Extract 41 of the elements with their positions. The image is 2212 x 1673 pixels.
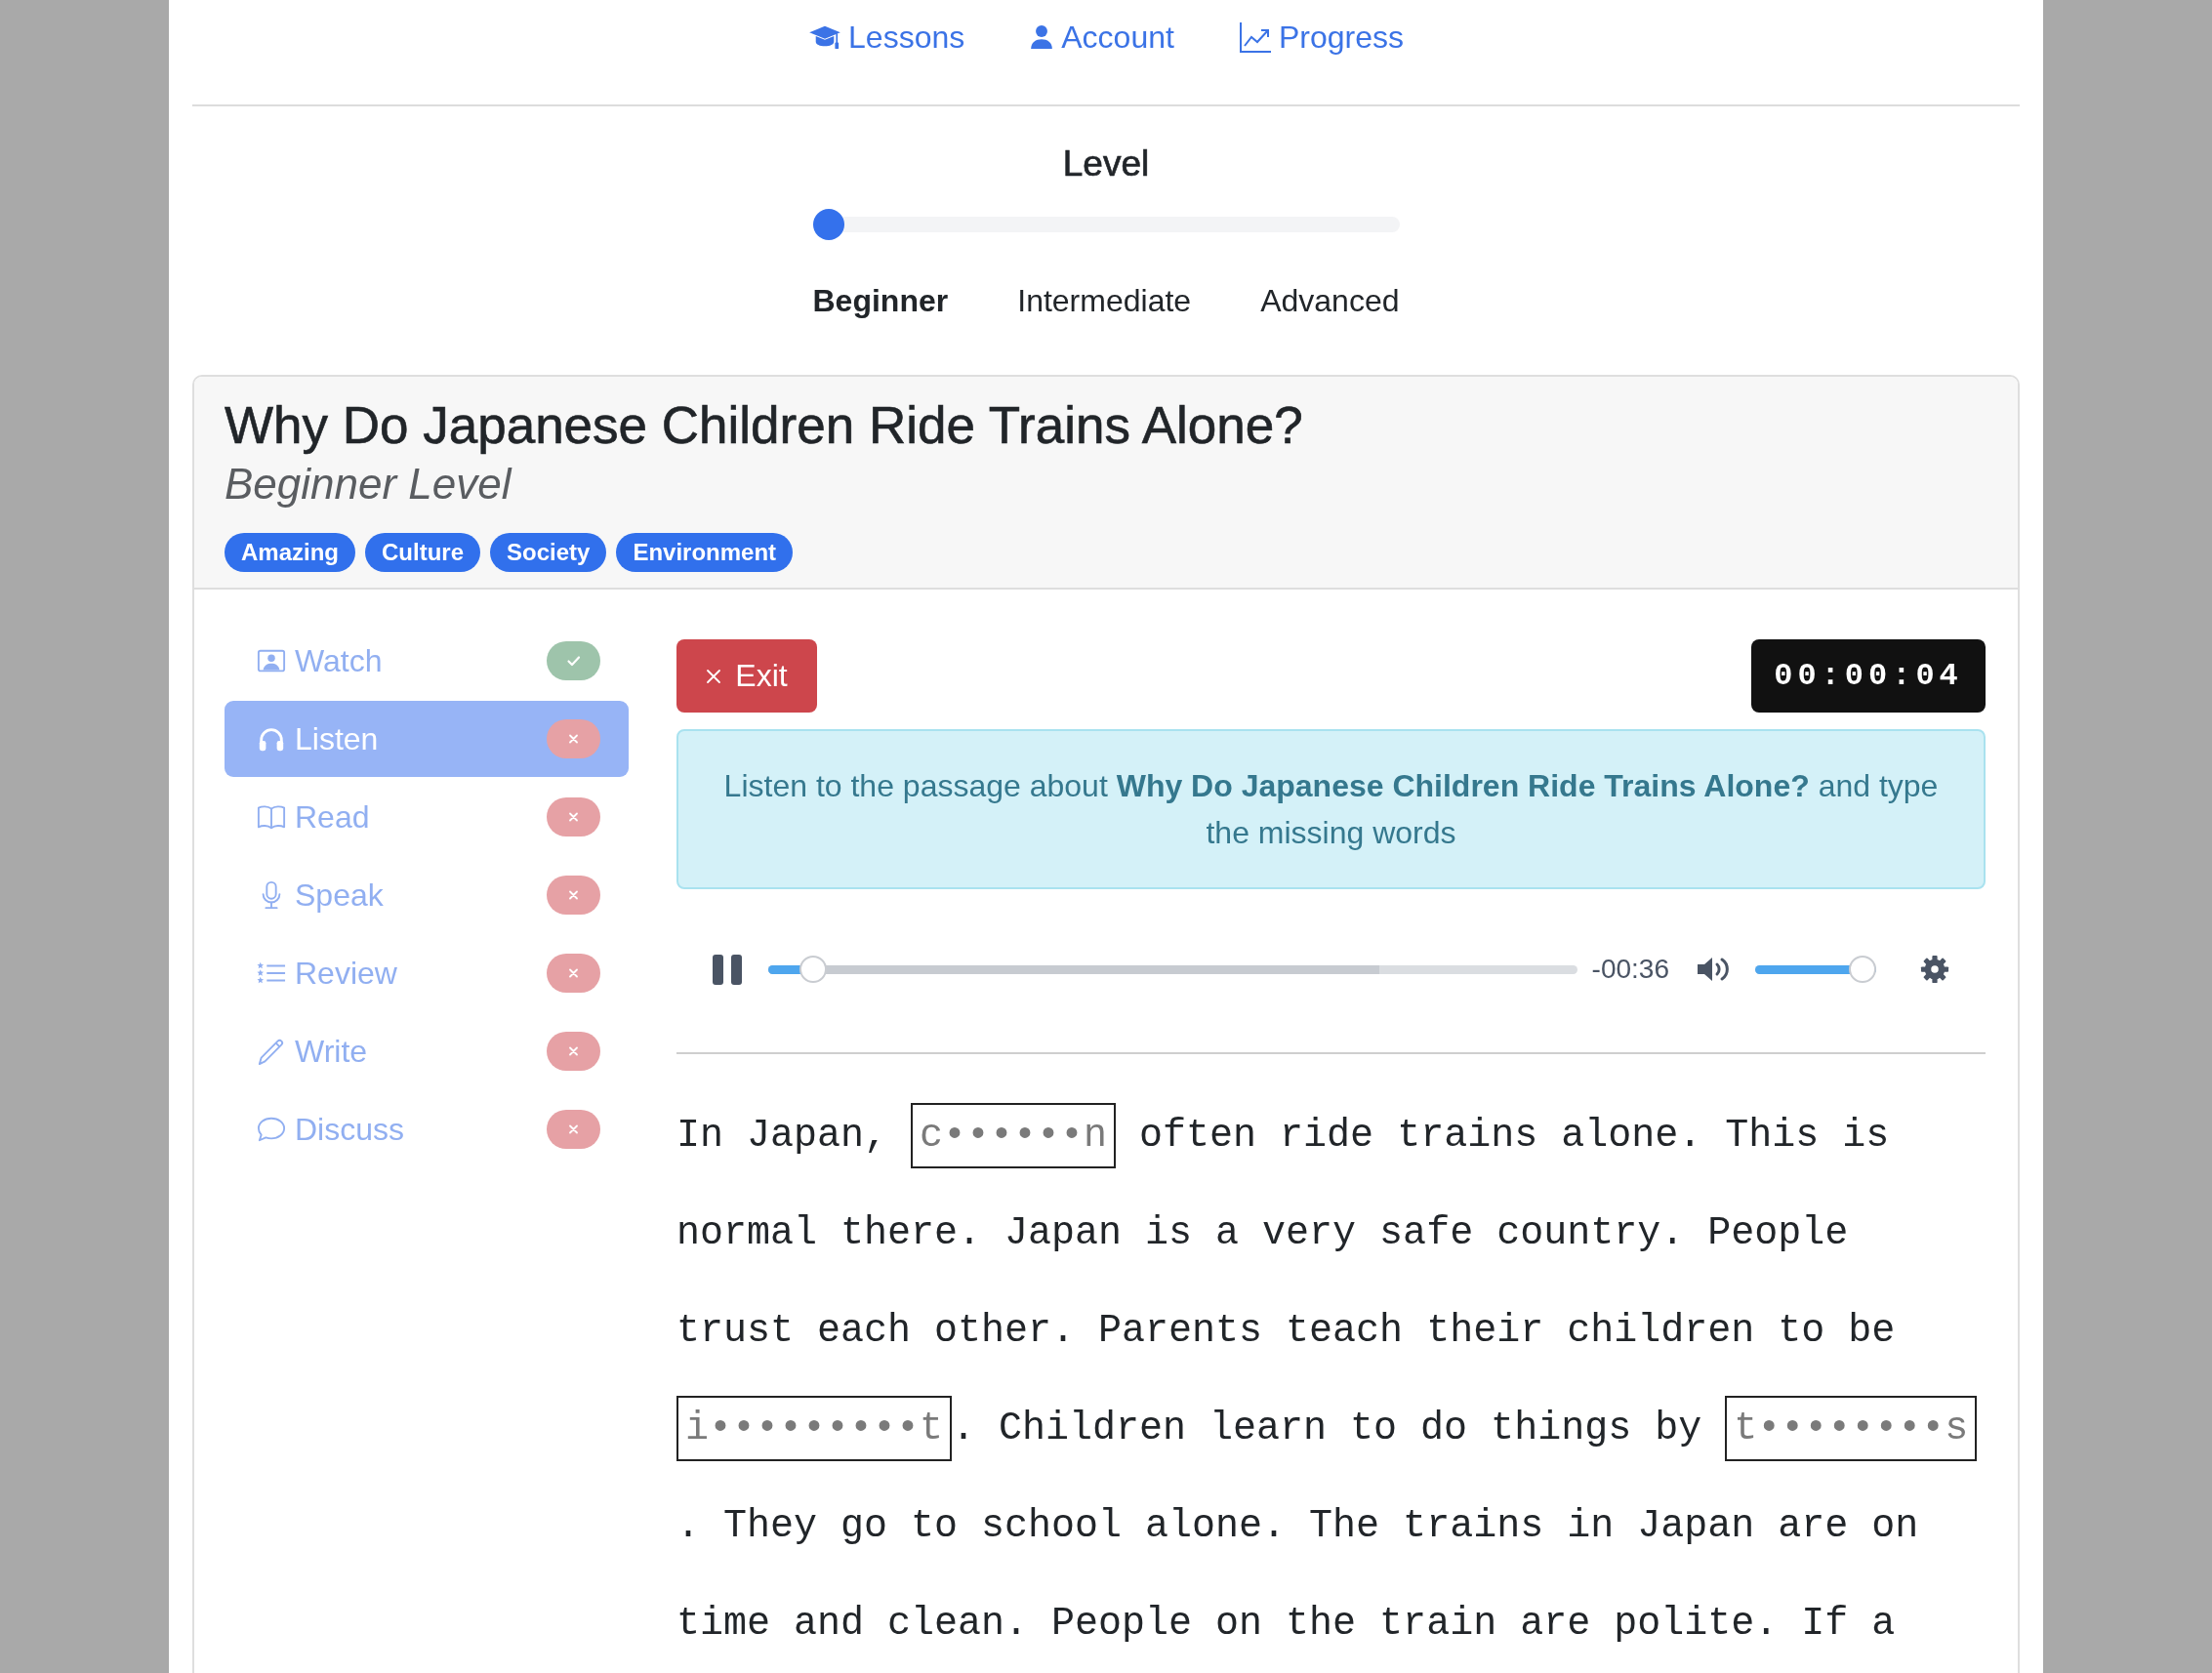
nav-link[interactable]: Account (1029, 19, 1174, 56)
pause-icon[interactable] (713, 954, 742, 985)
slider-thumb[interactable] (799, 956, 827, 983)
topic-tag: Environment (616, 533, 794, 572)
topic-tag: Culture (365, 533, 480, 572)
speech-bubble-icon (255, 1115, 288, 1144)
book-icon (255, 802, 288, 832)
timer-display: 00:00:04 (1751, 639, 1986, 713)
answer-field[interactable]: c••••••n (911, 1102, 1117, 1168)
time-remaining: -00:36 (1591, 954, 1669, 985)
graduation-cap-icon (808, 24, 842, 50)
instruction-alert: Listen to the passage about Why Do Japanese Children Ride Trains Alone? and type the missing words (676, 729, 1986, 889)
nav-link[interactable]: Progress (1238, 19, 1404, 56)
passage-text: trust each other. Parents teach their children to be (676, 1308, 1896, 1353)
slider-thumb[interactable] (812, 209, 844, 240)
settings-icon[interactable] (1920, 955, 1949, 984)
passage-text: normal there. Japan is a very safe country. People (676, 1210, 1849, 1255)
seek-slider[interactable] (768, 956, 1577, 983)
passage-text: . Children learn to do things by (952, 1406, 1703, 1450)
level-slider[interactable] (812, 209, 1400, 240)
slider-thumb[interactable] (1849, 956, 1876, 983)
passage-text: In Japan, (676, 1113, 889, 1158)
lesson-title: Why Do Japanese Children Ride Trains Alone? (225, 396, 1304, 455)
passage-text: often ride trains alone. This is (1138, 1113, 1890, 1158)
line-chart-icon (1238, 21, 1272, 53)
topic-tag: Society (490, 533, 607, 572)
volume-slider[interactable] (1755, 956, 1876, 983)
topic-tag: Amazing (225, 533, 355, 572)
lesson-subtitle: Beginner Level (225, 460, 513, 509)
level-option[interactable]: Intermediate (1017, 282, 1192, 319)
passage-text: time and clean. People on the train are polite. If a (676, 1601, 1896, 1646)
person-icon (1029, 24, 1055, 50)
passage-text: . They go to school alone. The trains in Japan are on (676, 1503, 1919, 1548)
answer-field[interactable]: t••••••••s (1725, 1395, 1978, 1461)
level-heading: Level (1062, 143, 1150, 184)
level-option[interactable]: Beginner (812, 282, 949, 319)
exit-button[interactable]: Exit (676, 639, 817, 713)
nav-link[interactable]: Lessons (808, 19, 965, 56)
level-option[interactable]: Advanced (1260, 282, 1400, 319)
answer-field[interactable]: i•••••••••t (676, 1395, 953, 1461)
close-icon (706, 668, 722, 684)
